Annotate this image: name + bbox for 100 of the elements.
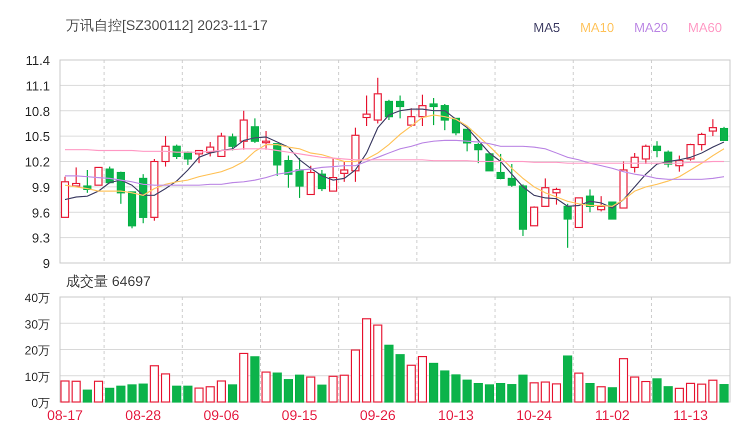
candlestick [586,189,594,212]
volume-bar [630,376,640,403]
volume-bar [116,386,126,403]
candlestick [351,128,360,182]
legend-label: MA60 [688,20,722,35]
candlestick [340,162,348,182]
volume-bar [105,388,114,403]
candlestick [720,126,728,141]
candlestick [184,151,192,165]
axis-label: 10.2 [24,154,50,170]
volume-bar [496,383,506,403]
candlestick [619,162,628,209]
candlestick [295,158,304,198]
legend-label: MA20 [634,20,668,35]
volume-bar [82,390,92,403]
volume-bar [239,352,248,403]
axis-label: 11-13 [673,407,708,423]
volume-bar [418,356,428,403]
candlestick [72,167,80,187]
candlestick [675,156,684,172]
candlestick [440,104,449,130]
candlestick [150,158,158,221]
candlestick [284,156,292,188]
candlestick [452,118,460,136]
legend-label: MA5 [533,20,560,35]
volume-bar [618,358,628,403]
volume-bar [384,344,394,403]
candlestick [172,144,181,159]
candlestick [396,96,404,118]
candlestick [508,164,516,187]
volume-bar [72,380,81,403]
axis-label: 30万 [24,317,50,332]
volume-bar [585,383,595,403]
candlestick [217,132,226,158]
volume-bar [216,380,226,403]
volume-bar [518,374,528,403]
volume-bar [429,362,438,403]
axis-label: 10.8 [24,104,50,119]
volume-bar [150,365,159,403]
volume-bar [206,386,215,403]
volume-bar [261,371,271,403]
axis-label: 9.3 [32,230,50,246]
candlestick [328,158,338,192]
axis-label: 10-24 [516,407,552,423]
volume-bar [396,354,405,403]
volume-bar [250,356,260,403]
candlestick [708,119,717,136]
candlestick [206,142,214,156]
axis-label: 11-02 [594,407,630,423]
candlestick [250,118,259,143]
candlestick [306,166,315,196]
volume-bar [530,382,539,403]
volume-bar [406,364,416,403]
candlestick [139,174,148,224]
volume-bar [507,384,516,403]
candlestick [474,142,482,164]
candlestick [362,96,371,126]
candlestick [240,110,248,150]
volume-bar [686,382,696,403]
candlestick [60,176,70,218]
chart-title: 万讯自控[SZ300112] 2023-11-17 [66,17,269,35]
volume-bar [160,373,170,403]
candlestick [642,144,650,164]
candlestick [518,184,528,236]
volume-bar [228,384,238,403]
candlestick [564,204,572,248]
candlestick [541,178,550,207]
candlestick [384,100,394,120]
candlestick [652,141,662,158]
candlestick [418,94,427,126]
candlestick [530,206,538,226]
volume-bar [194,387,204,403]
axis-label: 08-17 [47,407,83,423]
axis-label: 10.5 [24,129,50,144]
volume-bar [574,372,584,403]
chart-title: 成交量 64697 [66,273,151,291]
candlestick [430,98,438,126]
volume-bar [440,370,450,403]
volume-bar [272,372,282,403]
candlestick [116,172,125,204]
axis-label: 40万 [24,292,50,305]
volume-bar [484,384,494,403]
axis-label: 08-28 [125,407,162,423]
axis-label: 09-06 [203,407,240,423]
candlestick [94,166,103,186]
candlestick [273,143,282,176]
volume-bar [674,388,684,403]
candlestick [128,191,136,228]
volume-bar [306,376,316,403]
volume-bar [60,380,70,403]
volume-bar [474,383,483,403]
candlestick [228,134,237,150]
candlestick [698,132,706,150]
volume-bar [719,384,729,403]
volume-bar [172,386,182,403]
candlestick [630,153,639,172]
axis-label: 20万 [24,344,50,358]
volume-bar [652,378,662,403]
candlestick [686,144,695,161]
axis-label: 09-26 [360,407,396,423]
